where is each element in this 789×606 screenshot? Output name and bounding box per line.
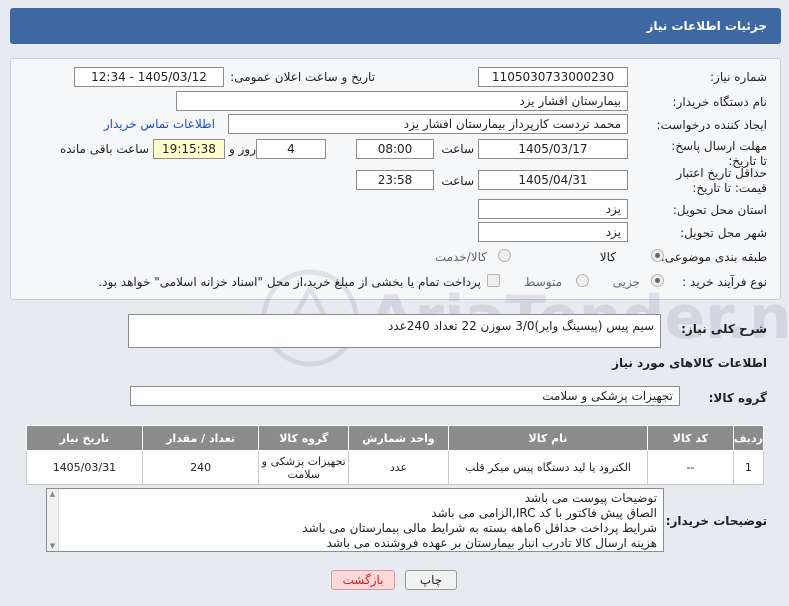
buyer-notes-label: توضیحات خریدار:	[665, 514, 767, 528]
remaining-days-label: روز و	[229, 142, 256, 156]
col-qty: تعداد / مقدار	[141, 425, 260, 451]
buyer-notes-line-2: الصاق پیش فاکتور با کد IRC,الزامی می باش…	[431, 506, 657, 520]
table-row: 1 -- الکترود یا لید دستگاه پیس میکر قلب …	[26, 450, 765, 485]
price-validity-time: 23:58	[356, 170, 434, 190]
cell-row: 1	[732, 450, 765, 485]
category-goods-service-label: کالا/خدمت	[434, 250, 487, 264]
purchase-type-minor-label: جزیی	[612, 275, 640, 289]
buyer-notes-line-4: هزینه ارسال کالا تادرب انبار بیمارستان ب…	[326, 536, 657, 550]
goods-info-title: اطلاعات کالاهای مورد نیاز	[612, 356, 767, 370]
col-row: ردیف	[732, 425, 765, 451]
cell-qty: 240	[141, 450, 260, 485]
reply-deadline-time-label: ساعت	[441, 142, 474, 156]
reply-deadline-time: 08:00	[356, 139, 434, 159]
col-name: نام کالا	[447, 425, 649, 451]
requester-field: محمد تردست کارپرداز بیمارستان افشار یزد	[228, 114, 628, 134]
province-field: یزد	[478, 199, 628, 219]
items-table-header: ردیف کد کالا نام کالا واحد شمارش گروه کا…	[26, 425, 765, 451]
items-table: ردیف کد کالا نام کالا واحد شمارش گروه کا…	[26, 425, 765, 485]
reply-deadline-label: مهلت ارسال پاسخ: تا تاریخ:	[671, 139, 767, 168]
category-label: طبقه بندی موضوعی:	[660, 250, 767, 264]
buyer-notes-line-1: توضیحات پیوست می باشد	[524, 491, 657, 505]
purchase-type-minor-radio[interactable]	[651, 274, 664, 287]
col-unit: واحد شمارش	[348, 425, 449, 451]
cell-unit: عدد	[348, 450, 449, 485]
col-code: کد کالا	[647, 425, 734, 451]
goods-group-field: تجهیزات پزشکی و سلامت	[130, 386, 680, 406]
province-label: استان محل تحویل:	[672, 203, 767, 217]
cell-date: 1405/03/31	[26, 450, 143, 485]
price-validity-label: حداقل تاریخ اعتبار قیمت: تا تاریخ:	[676, 166, 767, 195]
price-validity-time-label: ساعت	[441, 174, 474, 188]
buyer-contact-link[interactable]: اطلاعات تماس خریدار	[104, 117, 215, 131]
print-button[interactable]: چاپ	[405, 570, 457, 590]
page-title: جزئیات اطلاعات نیاز	[10, 8, 781, 44]
buyer-org-field: بیمارستان افشار یزد	[176, 91, 628, 111]
treasury-payment-note: پرداخت تمام یا بخشی از مبلغ خرید،از محل …	[98, 275, 481, 289]
category-goods-label: کالا	[599, 250, 616, 264]
buyer-org-label: نام دستگاه خریدار:	[672, 95, 768, 109]
summary-field: سیم پیس (پیسینگ وایر)3/0 سوزن 22 تعداد 2…	[128, 314, 661, 348]
remaining-time-label: ساعت باقی مانده	[59, 142, 149, 156]
buyer-notes-scrollbar[interactable]: ▲ ▼	[47, 489, 59, 551]
purchase-type-medium-radio[interactable]	[576, 274, 589, 287]
col-date: تاریخ نیاز	[26, 425, 143, 451]
need-number-label: شماره نیاز:	[710, 70, 767, 84]
city-field: یزد	[478, 222, 628, 242]
cell-name: الکترود یا لید دستگاه پیس میکر قلب	[447, 450, 649, 485]
requester-label: ایجاد کننده درخواست:	[656, 118, 767, 132]
remaining-days-field: 4	[256, 139, 326, 159]
cell-code: --	[647, 450, 734, 485]
buyer-notes-line-3: شرایط پرداخت حداقل 6ماهه بسته به شرایط م…	[302, 521, 657, 535]
purchase-type-medium-label: متوسط	[524, 275, 562, 289]
buyer-notes-box[interactable]: توضیحات پیوست می باشد الصاق پیش فاکتور ب…	[46, 488, 664, 552]
goods-group-label: گروه کالا:	[708, 391, 767, 405]
scroll-up-icon[interactable]: ▲	[47, 489, 58, 499]
price-validity-date: 1405/04/31	[478, 170, 628, 190]
reply-deadline-date: 1405/03/17	[478, 139, 628, 159]
scroll-down-icon[interactable]: ▼	[47, 541, 58, 551]
category-goods-radio[interactable]	[651, 249, 664, 262]
announce-datetime-field: 1405/03/12 - 12:34	[74, 67, 224, 87]
category-goods-service-radio[interactable]	[498, 249, 511, 262]
back-button[interactable]: بازگشت	[331, 570, 395, 590]
announce-datetime-label: تاریخ و ساعت اعلان عمومی:	[230, 70, 375, 84]
need-number-field: 1105030733000230	[478, 67, 628, 87]
treasury-payment-checkbox[interactable]	[487, 274, 500, 287]
remaining-time-field: 19:15:38	[153, 139, 225, 159]
purchase-type-label: نوع فرآیند خرید :	[682, 275, 767, 289]
col-group: گروه کالا	[258, 425, 350, 451]
summary-label: شرح کلی نیاز:	[681, 322, 767, 336]
cell-group: تجهیزات پزشکی و سلامت	[258, 450, 350, 485]
city-label: شهر محل تحویل:	[680, 226, 767, 240]
